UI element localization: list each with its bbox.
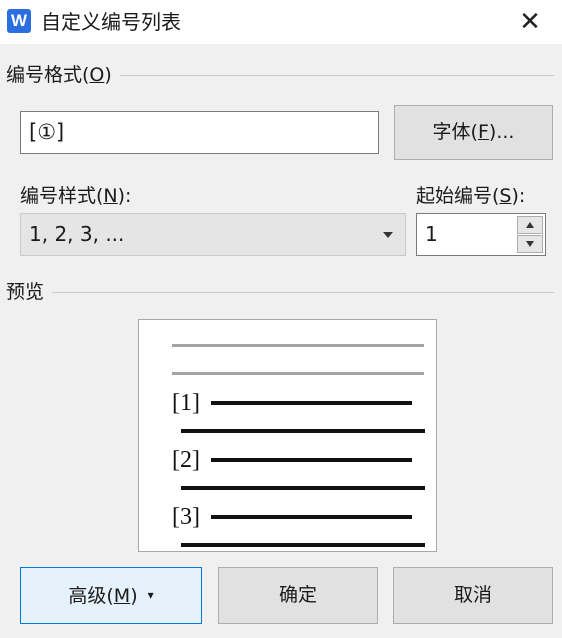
arrow-down-icon [526, 241, 534, 247]
number-format-input[interactable]: [①] [20, 111, 379, 154]
spin-down-button[interactable] [517, 235, 543, 253]
preview-pane: [1] [2] [3] [138, 319, 437, 552]
preview-number: [2] [172, 447, 200, 473]
expand-arrow-icon: ▾ [147, 588, 154, 602]
start-number-label: 起始编号(S): [416, 185, 526, 207]
preview-line [181, 486, 425, 490]
preview-line [172, 344, 424, 347]
preview-number: [3] [172, 504, 200, 530]
font-button[interactable]: 字体(F)... [394, 105, 553, 160]
ok-button[interactable]: 确定 [218, 567, 378, 624]
arrow-up-icon [526, 222, 534, 228]
preview-line [181, 543, 425, 547]
preview-group-label: 预览 [6, 279, 53, 305]
advanced-button[interactable]: 高级(M) ▾ [20, 567, 202, 624]
preview-group-line [6, 292, 554, 293]
preview-line [211, 515, 412, 519]
start-number-stepper[interactable]: 1 [416, 213, 546, 256]
start-number-value: 1 [425, 222, 438, 246]
preview-number: [1] [172, 390, 200, 416]
wps-writer-icon: W [7, 9, 31, 33]
title-bar: W 自定义编号列表 ✕ [0, 0, 562, 44]
preview-line [181, 429, 425, 433]
preview-line [211, 401, 412, 405]
preview-line [211, 458, 412, 462]
number-style-select[interactable]: 1, 2, 3, ... [20, 213, 406, 256]
number-style-value: 1, 2, 3, ... [29, 222, 125, 246]
dialog-title: 自定义编号列表 [41, 10, 181, 34]
close-icon[interactable]: ✕ [508, 4, 552, 40]
cancel-button[interactable]: 取消 [393, 567, 553, 624]
dropdown-arrow-icon [383, 232, 393, 238]
spin-up-button[interactable] [517, 216, 543, 234]
number-style-label: 编号样式(N): [20, 185, 132, 207]
format-group-label: 编号格式(O) [6, 62, 120, 88]
preview-line [172, 372, 424, 375]
